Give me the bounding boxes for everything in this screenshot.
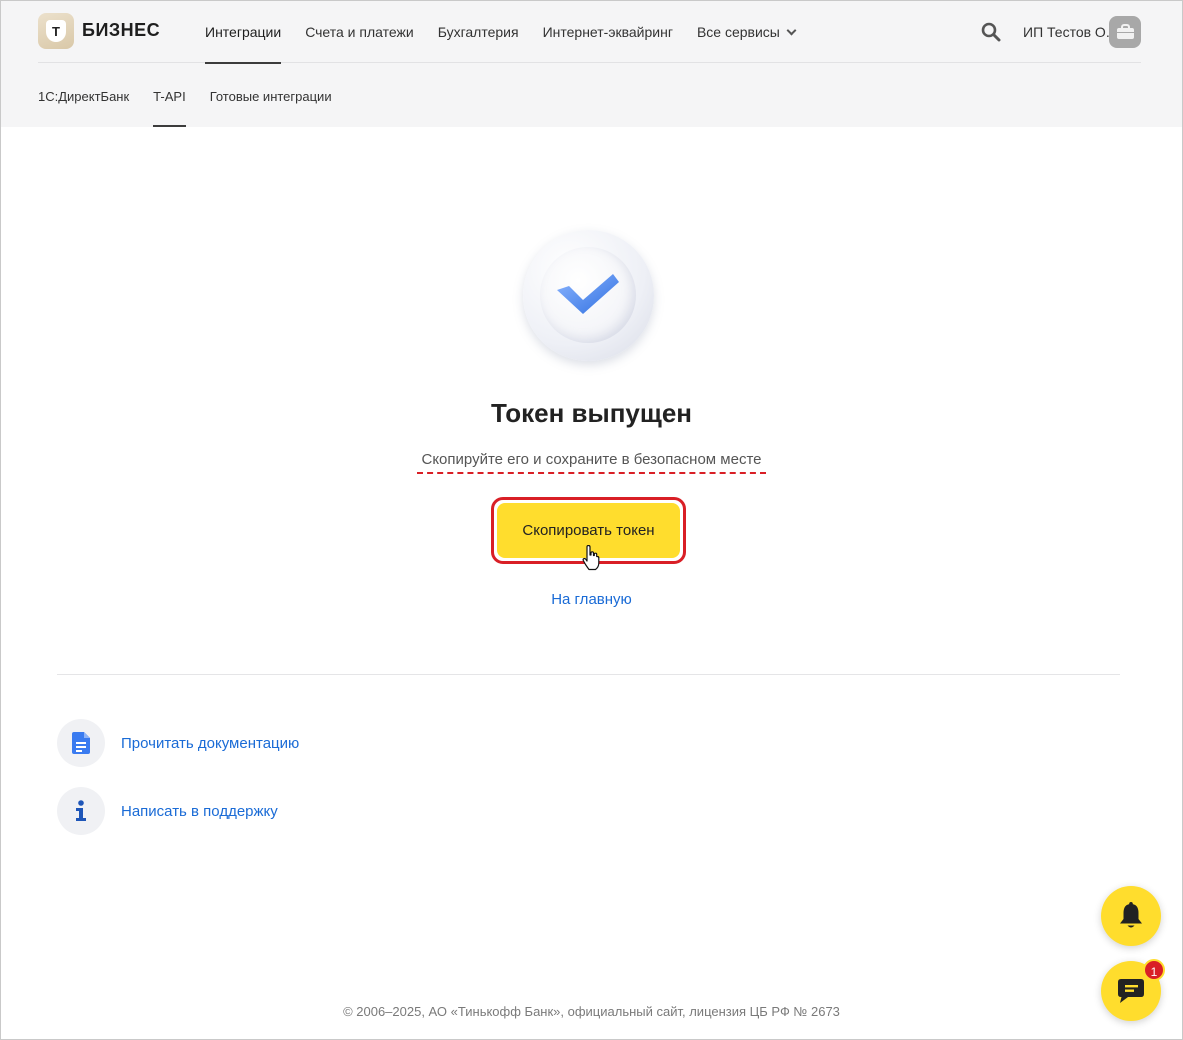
- page-subtitle: Скопируйте его и сохраните в безопасном …: [417, 451, 766, 474]
- home-link[interactable]: На главную: [0, 591, 1183, 608]
- read-documentation-link[interactable]: Прочитать документацию: [121, 735, 299, 752]
- bell-icon: [1120, 902, 1142, 928]
- nav-item-all-services-label: Все сервисы: [696, 24, 780, 40]
- nav-item-accounting[interactable]: Бухгалтерия: [438, 1, 519, 63]
- subnav-item-1c-directbank[interactable]: 1С:ДиректБанк: [38, 63, 129, 127]
- subnav-item-ready-integrations[interactable]: Готовые интеграции: [210, 63, 332, 127]
- header-bar: Т БИЗНЕС Интеграции Счета и платежи Бухг…: [38, 1, 1141, 64]
- success-badge: [523, 230, 654, 361]
- brand-logo[interactable]: Т: [38, 13, 74, 49]
- user-name[interactable]: ИП Тестов О.: [1023, 24, 1110, 40]
- subnav-item-t-api[interactable]: T-API: [153, 63, 186, 127]
- top-navigation-area: Т БИЗНЕС Интеграции Счета и платежи Бухг…: [1, 1, 1182, 127]
- subtitle-wrapper: Скопируйте его и сохраните в безопасном …: [0, 451, 1183, 474]
- briefcase-icon-seam: [1117, 32, 1134, 33]
- help-icon-circle: [57, 719, 105, 767]
- info-icon: [76, 800, 86, 821]
- document-icon: [72, 732, 90, 754]
- search-button[interactable]: [981, 22, 1001, 42]
- sub-nav: 1С:ДиректБанк T-API Готовые интеграции: [38, 63, 356, 127]
- page-title: Токен выпущен: [491, 398, 692, 428]
- footer-copyright: © 2006–2025, АО «Тинькофф Банк», официал…: [343, 1004, 840, 1019]
- logo-shield-icon: Т: [46, 20, 66, 42]
- section-divider: [57, 674, 1120, 675]
- nav-item-internet-acquiring[interactable]: Интернет-эквайринг: [543, 1, 673, 63]
- chat-notification-badge: 1: [1143, 959, 1165, 981]
- search-icon: [981, 22, 1001, 42]
- chevron-down-icon: [786, 25, 797, 36]
- write-support-link[interactable]: Написать в поддержку: [121, 803, 278, 820]
- notifications-button[interactable]: [1101, 886, 1161, 946]
- hand-cursor-icon: [582, 545, 600, 571]
- avatar[interactable]: [1109, 16, 1141, 48]
- nav-item-accounts-payments[interactable]: Счета и платежи: [305, 1, 414, 63]
- help-icon-circle: [57, 787, 105, 835]
- chat-icon: [1118, 979, 1144, 1003]
- help-row-documentation[interactable]: Прочитать документацию: [57, 719, 299, 767]
- main-nav: Интеграции Счета и платежи Бухгалтерия И…: [205, 1, 819, 64]
- nav-item-all-services[interactable]: Все сервисы: [696, 1, 797, 63]
- nav-item-integrations[interactable]: Интеграции: [205, 1, 282, 64]
- help-row-support[interactable]: Написать в поддержку: [57, 787, 278, 835]
- checkmark-icon: [557, 274, 619, 314]
- briefcase-icon: [1117, 28, 1134, 39]
- brand-name[interactable]: БИЗНЕС: [82, 20, 160, 41]
